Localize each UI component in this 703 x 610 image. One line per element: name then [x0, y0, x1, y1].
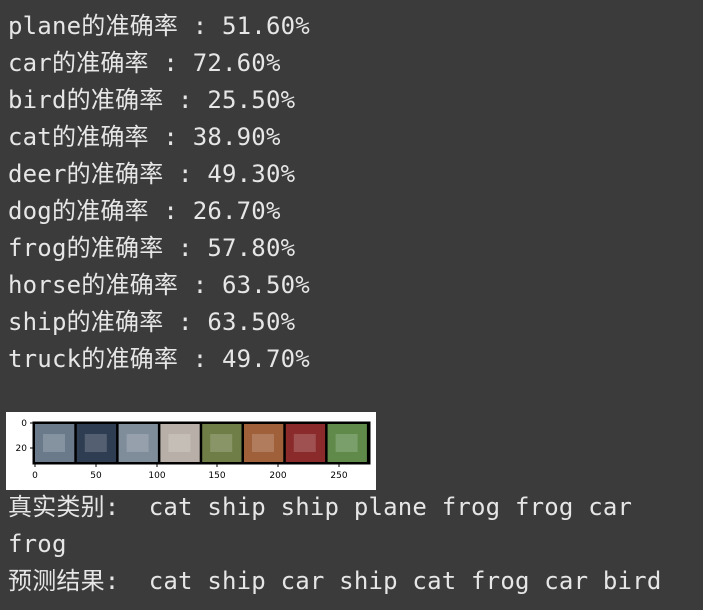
x-tick-label-0: 0: [32, 471, 38, 481]
y-tick-label-20: 20: [16, 444, 28, 454]
accuracy-line-deer: deer的准确率 : 49.30%: [8, 160, 296, 188]
image-thumbnail-detail-7: [335, 434, 358, 452]
accuracy-line-ship: ship的准确率 : 63.50%: [8, 308, 296, 336]
image-grid-plot: 0 20 0 50 100 150 200 250: [16, 419, 371, 481]
image-thumbnail-detail-0: [43, 434, 65, 452]
image-thumbnail-detail-4: [210, 434, 233, 452]
x-tick-label-200: 200: [269, 471, 286, 481]
image-grid-figure: 0 20 0 50 100 150 200 250: [6, 412, 376, 490]
ground-truth-line-2: frog: [8, 530, 67, 558]
prediction-line: 预测结果: cat ship car ship cat frog car bir…: [8, 567, 662, 595]
image-thumbnail-detail-2: [126, 434, 149, 452]
classification-results: 真实类别: cat ship ship plane frog frog car …: [8, 489, 698, 600]
x-tick-label-100: 100: [148, 471, 165, 481]
image-thumbnail-detail-3: [168, 434, 191, 452]
x-tick-label-150: 150: [208, 471, 225, 481]
accuracy-line-dog: dog的准确率 : 26.70%: [8, 197, 281, 225]
image-thumbnail-detail-1: [84, 434, 107, 452]
ground-truth-line-1: 真实类别: cat ship ship plane frog frog car: [8, 493, 633, 521]
accuracy-output: plane的准确率 : 51.60% car的准确率 : 72.60% bird…: [8, 8, 698, 378]
x-tick-label-50: 50: [90, 471, 102, 481]
accuracy-line-cat: cat的准确率 : 38.90%: [8, 123, 281, 151]
accuracy-line-horse: horse的准确率 : 63.50%: [8, 271, 310, 299]
notebook-output-area: { "accuracy_lines": [ "plane的准确率 : 51.60…: [0, 0, 703, 610]
image-thumbnail-detail-6: [293, 434, 316, 452]
image-thumbnail-detail-5: [252, 434, 274, 452]
accuracy-line-truck: truck的准确率 : 49.70%: [8, 345, 310, 373]
accuracy-line-plane: plane的准确率 : 51.60%: [8, 12, 310, 40]
accuracy-line-bird: bird的准确率 : 25.50%: [8, 86, 296, 114]
accuracy-line-car: car的准确率 : 72.60%: [8, 49, 281, 77]
y-tick-label-0: 0: [21, 419, 27, 429]
x-tick-label-250: 250: [330, 471, 347, 481]
accuracy-line-frog: frog的准确率 : 57.80%: [8, 234, 296, 262]
